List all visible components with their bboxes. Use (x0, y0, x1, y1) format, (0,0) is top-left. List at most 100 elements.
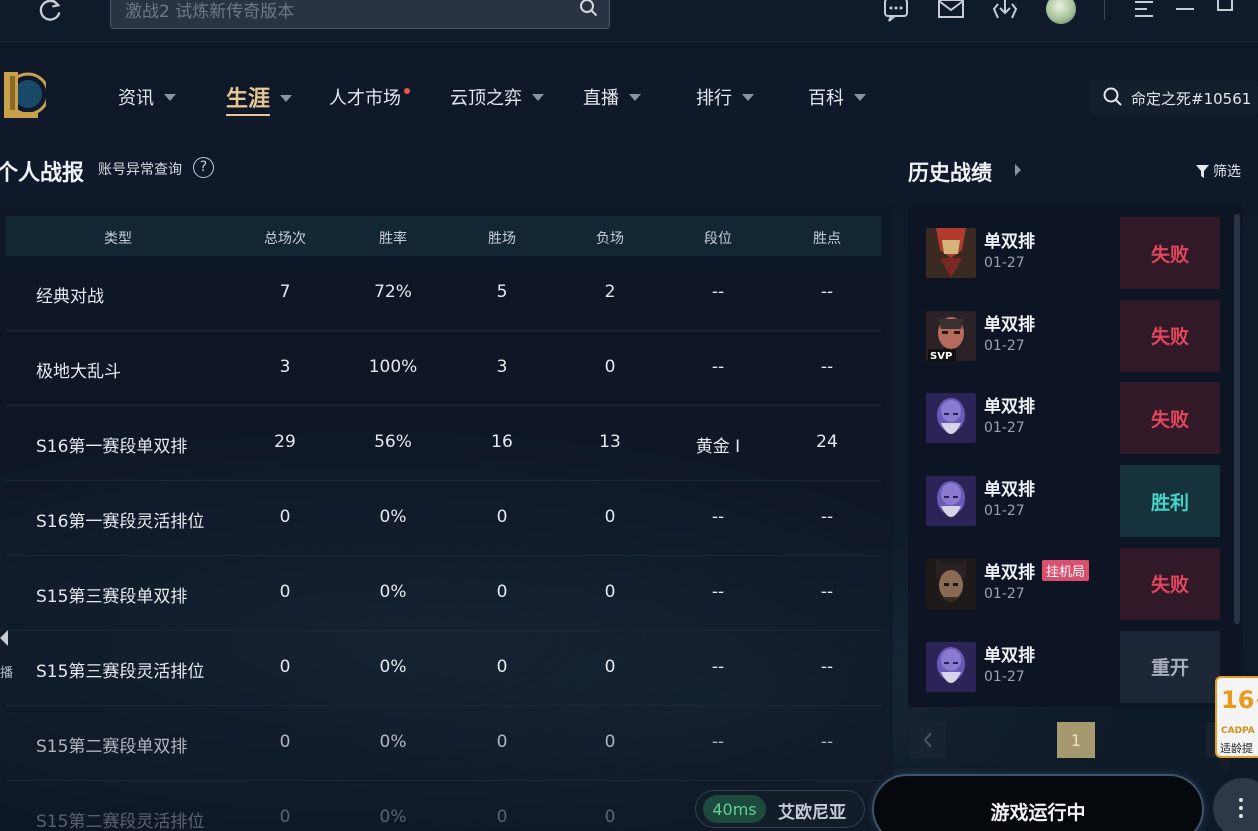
search-placeholder: 激战2 试炼新传奇版本 (125, 2, 295, 22)
side-label[interactable]: 播 (0, 662, 13, 681)
chevron-down-icon (629, 93, 641, 101)
table-cell: 0 (496, 657, 508, 677)
match-card[interactable]: 单双排 01-27 失败 (918, 217, 1220, 289)
lol-logo[interactable] (2, 68, 46, 120)
champion-portrait (926, 393, 976, 444)
table-cell: -- (711, 507, 725, 527)
page-number[interactable]: 1 (1057, 722, 1095, 758)
nav-news[interactable]: 资讯 (118, 84, 176, 110)
avatar[interactable] (1046, 0, 1076, 24)
match-result: 失败 (1120, 547, 1220, 620)
server-selector[interactable]: 40ms 艾欧尼亚 (695, 790, 865, 828)
table-cell: 0 (279, 657, 291, 677)
table-row[interactable]: S16第一赛段单双排 29 56% 16 13 黄金 Ⅰ 24 (6, 406, 881, 481)
match-card[interactable]: 单双排 01-27 重开 (918, 630, 1220, 703)
match-mode: 单双排 (984, 480, 1035, 501)
table-cell: 0 (496, 732, 508, 752)
table-cell: 29 (274, 432, 296, 452)
table-cell: -- (711, 732, 725, 752)
age-org: CADPA (1221, 726, 1255, 736)
match-card[interactable]: 单双排 01-27 胜利 (918, 465, 1220, 538)
menu-icon[interactable] (1133, 0, 1155, 20)
player-search[interactable]: 命定之死#10561 (1090, 80, 1258, 114)
match-card[interactable]: SVP 单双排 01-27 失败 (918, 299, 1220, 372)
nav-live[interactable]: 直播 (583, 84, 641, 110)
chevron-down-icon (854, 93, 866, 101)
table-cell: 5 (496, 282, 508, 302)
refresh-icon[interactable] (36, 0, 64, 24)
table-cell: 0 (279, 582, 291, 602)
match-date: 01-27 (984, 668, 1025, 685)
history-title[interactable]: 历史战绩 (908, 157, 992, 187)
more-options-button[interactable] (1213, 778, 1258, 831)
chevron-down-icon (164, 93, 176, 101)
minimize-icon[interactable] (1174, 0, 1196, 20)
age-text: 适龄提示 (1220, 742, 1253, 771)
download-icon[interactable] (991, 0, 1019, 24)
search-icon[interactable] (579, 0, 599, 18)
maximize-icon[interactable] (1215, 0, 1237, 20)
match-mode: 单双排 (984, 232, 1035, 252)
table-row[interactable]: S15第三赛段单双排 0 0% 0 0 -- -- (6, 556, 881, 631)
champion-portrait: SVP (926, 310, 976, 361)
match-mode: 单双排 (984, 314, 1035, 335)
filter-label: 筛选 (1213, 164, 1241, 180)
nav-talent-market[interactable]: 人才市场 (329, 84, 401, 110)
table-cell: 0 (604, 582, 616, 602)
chevron-right-icon[interactable] (1015, 164, 1021, 176)
collapse-arrow-icon[interactable] (0, 630, 8, 646)
champion-portrait (926, 558, 976, 609)
account-check-link[interactable]: 账号异常查询 (98, 159, 182, 179)
page-title: 个人战报 (0, 161, 85, 186)
table-cell: -- (711, 582, 725, 602)
prev-page-button[interactable] (910, 722, 946, 758)
table-cell: 0 (279, 732, 291, 752)
table-cell: 0 (604, 807, 616, 827)
table-cell: -- (820, 507, 834, 527)
nav-ranking[interactable]: 排行 (696, 84, 754, 110)
afk-tag: 挂机局 (1042, 559, 1090, 581)
match-result: 重开 (1120, 630, 1220, 703)
table-cell: 13 (599, 432, 621, 452)
table-cell: 72% (374, 282, 412, 302)
scrollbar[interactable] (1234, 214, 1240, 624)
table-row[interactable]: S15第三赛段灵活排位 0 0% 0 0 -- -- (6, 631, 881, 706)
chevron-down-icon (532, 93, 544, 101)
table-cell: -- (711, 657, 725, 677)
nav-label: 百科 (808, 88, 844, 109)
table-cell: 56% (374, 432, 412, 452)
table-cell: 0 (496, 582, 508, 602)
match-mode: 单双排 (984, 562, 1035, 583)
nav-label: 资讯 (118, 88, 154, 109)
table-cell: 0% (379, 732, 407, 752)
game-status-button[interactable]: 游戏运行中 (872, 774, 1204, 831)
dot (1239, 814, 1243, 818)
age-rating-badge[interactable]: 16+ CADPA 适龄提示 (1215, 676, 1258, 771)
table-row[interactable]: S15第二赛段单双排 0 0% 0 0 -- -- (6, 706, 881, 781)
table-cell: -- (820, 282, 834, 302)
table-row[interactable]: 极地大乱斗 3 100% 3 0 -- -- (6, 331, 881, 406)
filter-button[interactable]: 筛选 (1196, 161, 1241, 181)
dot (1239, 798, 1243, 802)
table-cell: 0 (604, 732, 616, 752)
table-row[interactable]: 经典对战 7 72% 5 2 -- -- (6, 256, 881, 331)
nav-wiki[interactable]: 百科 (808, 84, 866, 110)
table-row[interactable]: S16第一赛段灵活排位 0 0% 0 0 -- -- (6, 481, 881, 556)
nav-career[interactable]: 生涯 (226, 81, 293, 116)
nav-tft[interactable]: 云顶之弈 (450, 84, 544, 110)
help-icon[interactable]: ? (193, 157, 214, 178)
search-input[interactable]: 激战2 试炼新传奇版本 (110, 0, 610, 29)
svg-text:SVP: SVP (930, 351, 952, 361)
nav-label: 人才市场 (329, 88, 401, 109)
column-header: 段位 (704, 231, 732, 247)
match-date: 01-27 (984, 420, 1025, 437)
column-header: 胜场 (488, 231, 516, 247)
match-result: 胜利 (1120, 465, 1220, 538)
match-card[interactable]: 单双排 挂机局 01-27 失败 (918, 547, 1220, 620)
table-cell: 0 (604, 507, 616, 527)
table-cell: 0% (379, 807, 407, 827)
match-card[interactable]: 单双排 01-27 失败 (918, 382, 1220, 455)
chat-icon[interactable] (882, 0, 910, 24)
mail-icon[interactable] (937, 0, 965, 24)
table-cell: 100% (368, 357, 418, 377)
